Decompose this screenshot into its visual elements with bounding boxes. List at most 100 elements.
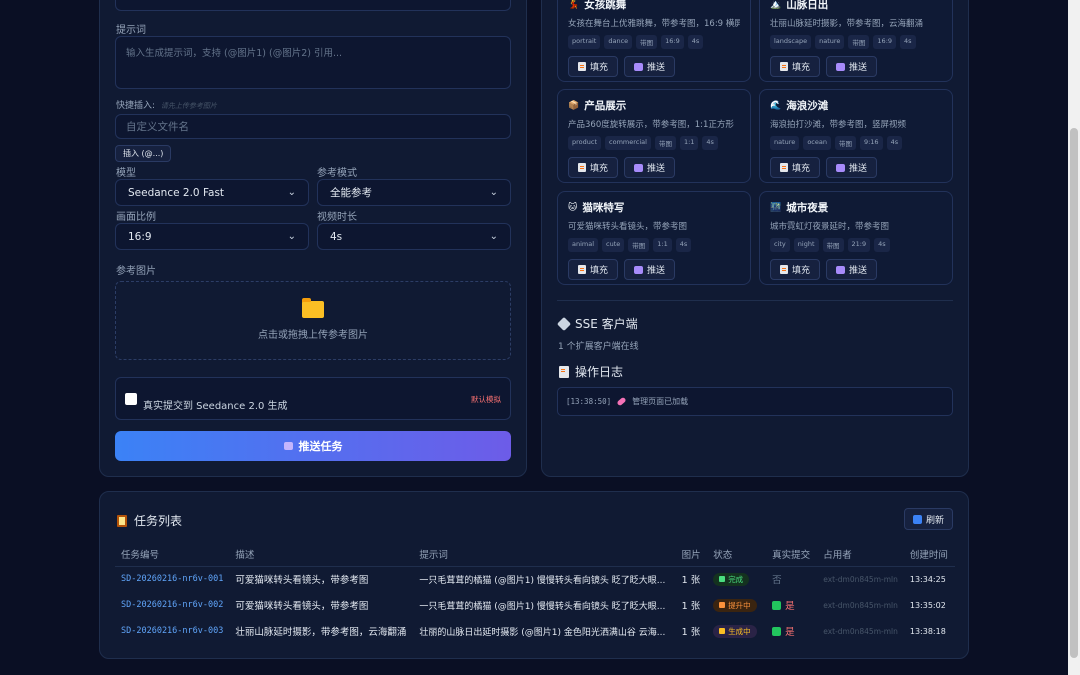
template-card: 🌃 城市夜景 城市霓虹灯夜景延时，带参考图 city night 带图 21:9 4s … [759,191,953,285]
task-prompt: 一只毛茸茸的橘猫 (@图片1) 慢慢转头看向镜头 眨了眨大眼... [419,601,666,612]
default-mock-badge: 默认模拟 [471,395,501,404]
fill-button[interactable]: 填充 [770,157,821,178]
template-tag: 带图 [834,136,856,150]
push-label: 推送 [647,266,666,276]
push-label: 推送 [849,164,868,174]
document-icon [578,62,586,71]
template-title-row: 🌊 海浪沙滩 [770,98,942,113]
column-header: 图片 [675,542,708,567]
template-actions: 填充 推送 [568,157,740,178]
template-emoji-icon: 🐱 [568,202,578,213]
robot-icon [634,62,644,71]
template-tag: night [793,238,819,252]
template-desc: 可爱猫咪转头看镜头，带参考图 [568,222,688,232]
fill-button[interactable]: 填充 [568,56,619,77]
status-icon [719,575,726,582]
template-card: 📦 产品展示 产品360度旋转展示，带参考图，1:1正方形 product com… [557,89,751,183]
template-emoji-icon: 🏔️ [770,0,782,10]
ref-images-label: 参考图片 [116,266,156,277]
table-row[interactable]: SD-20260216-nr6v-002 可爱猫咪转头看镜头，带参考图 一只毛茸… [115,592,955,618]
prompt-label: 提示词 [116,25,146,36]
document-icon [780,163,788,172]
column-header: 任务编号 [115,542,230,567]
table-row[interactable]: SD-20260216-nr6v-003 壮丽山脉延时摄影，带参考图，云海翻涌 … [115,618,955,644]
task-desc: 可爱猫咪转头看镜头，带参考图 [235,601,369,612]
check-icon [772,601,782,610]
template-tag: 4s [874,238,890,252]
task-images: 1 张 [681,627,701,638]
sse-status: 1 个扩展客户端在线 [558,342,639,352]
fill-button[interactable]: 填充 [770,56,821,77]
task-owner: ext-dm0n845m-mln [823,600,898,610]
robot-icon [836,265,846,274]
fill-label: 填充 [590,63,609,73]
task-id: SD-20260216-nr6v-003 [121,626,224,636]
push-button[interactable]: 推送 [624,157,676,178]
duration-label: 视频时长 [317,212,357,223]
template-tags: city night 带图 21:9 4s [770,238,942,252]
prompt-textarea[interactable]: 输入生成提示词，支持 (@图片1) (@图片2) 引用... [115,36,511,89]
task-prompt: 壮丽的山脉日出延时摄影 (@图片1) 金色阳光洒满山谷 云海... [419,627,666,638]
template-title-row: 🏔️ 山脉日出 [770,0,942,12]
document-icon [559,365,569,378]
fill-label: 填充 [792,266,811,276]
model-select[interactable]: Seedance 2.0 Fast ⌄ [115,179,309,206]
task-form-panel: 提示词 输入生成提示词，支持 (@图片1) (@图片2) 引用... 快捷插入:… [99,0,527,477]
push-button[interactable]: 推送 [624,56,676,77]
task-owner: ext-dm0n845m-mln [823,574,898,584]
task-id: SD-20260216-nr6v-001 [121,574,224,585]
template-tags: portrait dance 带图 16:9 4s [568,35,740,49]
upload-dropzone[interactable]: 点击或拖拽上传参考图片 [115,281,511,360]
plug-icon [556,316,572,331]
log-title: 操作日志 [575,365,624,379]
ratio-select[interactable]: 16:9 ⌄ [115,223,309,250]
scrollbar[interactable] [1068,0,1080,675]
real-submit-checkbox[interactable] [125,393,137,405]
fill-button[interactable]: 填充 [568,259,619,280]
template-desc: 海浪拍打沙滩，带参考图，竖屏视频 [770,120,907,130]
ref-mode-value: 全能参考 [330,187,372,199]
template-emoji-icon: 📦 [568,100,580,111]
template-tag: 16:9 [661,35,684,49]
filename-input[interactable]: 自定义文件名 [115,114,511,139]
log-title-row: 操作日志 [559,363,623,380]
push-button[interactable]: 推送 [624,259,676,280]
template-emoji-icon: 💃 [568,0,580,10]
template-tag: portrait [568,35,601,49]
task-owner: ext-dm0n845m-mln [823,626,898,636]
template-tag: dance [604,35,633,49]
status-text: 提升中 [728,600,751,610]
filename-top-input[interactable] [115,0,511,11]
push-button[interactable]: 推送 [826,259,878,280]
template-desc: 城市霓虹灯夜景延时，带参考图 [770,222,890,232]
template-emoji-icon: 🌊 [770,100,782,111]
refresh-button[interactable]: 刷新 [903,508,953,530]
table-row[interactable]: SD-20260216-nr6v-001 可爱猫咪转头看镜头，带参考图 一只毛茸… [115,566,955,592]
template-tag: 4s [900,35,916,49]
scrollbar-thumb[interactable] [1070,128,1078,658]
fill-button[interactable]: 填充 [770,259,821,280]
template-tag: 1:1 [679,136,699,150]
template-tag: 带图 [654,136,676,150]
template-emoji-icon: 🌃 [770,202,782,213]
template-tag: 带图 [636,35,658,49]
insert-button[interactable]: 插入 (@...) [115,145,172,162]
robot-icon [836,62,846,71]
ratio-value: 16:9 [128,230,152,243]
template-card: 🏔️ 山脉日出 壮丽山脉延时摄影，带参考图，云海翻涌 landscape natu… [759,0,953,82]
push-button[interactable]: 推送 [826,56,878,77]
push-task-button[interactable]: 推送任务 [115,431,511,461]
quick-insert-label: 快捷插入: [116,101,156,111]
fill-label: 填充 [792,63,811,73]
task-status-cell: 生成中 [707,618,766,644]
template-tag: ocean [803,136,831,150]
log-time: [13:38:50] [566,397,612,406]
template-tag: 4s [675,238,692,252]
template-tag: 带图 [822,238,844,252]
ref-mode-select[interactable]: 全能参考 ⌄ [317,179,511,206]
duration-select[interactable]: 4s ⌄ [317,223,511,250]
fill-button[interactable]: 填充 [568,157,619,178]
push-button[interactable]: 推送 [826,157,878,178]
task-time: 13:35:02 [909,600,946,610]
quick-insert-row: 快捷插入: 请先上传参考图片 [116,98,217,111]
